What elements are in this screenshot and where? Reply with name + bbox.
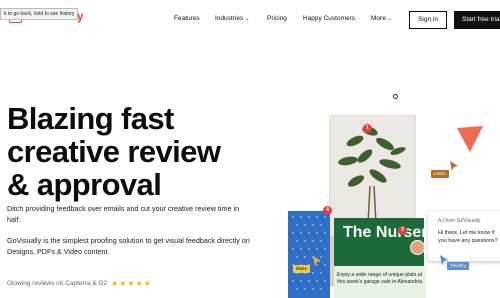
nursery-title: The Nursery — [343, 224, 437, 241]
hero-line-2: creative review — [7, 134, 221, 169]
annotation-pin-4[interactable]: 4 — [323, 206, 332, 215]
reviews-text: Glowing reviews on Capterra & G2 — [7, 280, 108, 287]
triangle-shape-icon — [457, 126, 483, 152]
hero-line-3: & approval — [7, 167, 162, 202]
chevron-down-icon: ⌄ — [387, 16, 393, 22]
chat-message: Hi there, Let me know if you have any qu… — [438, 230, 498, 244]
nursery-caption: Enjoy a wide range of unique plats at th… — [337, 272, 424, 285]
reviews-row: Glowing reviews on Capterra & G2 ★★★★★ — [7, 279, 152, 288]
carousel-dot-icon — [393, 94, 398, 99]
cursor-arrow-icon — [450, 161, 458, 171]
tag-timothy: Timothy — [447, 262, 469, 270]
chat-sender: AJ from GoVisually — [438, 218, 481, 224]
tag-learn: Learn — [431, 170, 449, 178]
rating-stars-icon: ★★★★★ — [111, 279, 152, 288]
chevron-down-icon: ⌄ — [245, 16, 250, 22]
browser-back-tooltip: k to go back, hold to see history — [0, 8, 79, 20]
avatar — [410, 240, 425, 255]
hero-line-1: Blazing fast — [7, 101, 174, 136]
nav-more-label: More — [371, 15, 386, 22]
cursor-arrow-icon — [313, 256, 321, 266]
tag-blake: Blake — [293, 265, 311, 273]
nav-features[interactable]: Features — [174, 15, 200, 22]
hero-headline: Blazing fast creative review & approval — [7, 102, 297, 201]
hero-paragraph-2: GoVisually is the simplest proofing solu… — [7, 236, 250, 256]
annotation-pin-2[interactable]: 2 — [398, 226, 407, 235]
annotation-pin-1[interactable]: 1 — [363, 124, 372, 133]
sign-in-button[interactable]: Sign in — [409, 11, 447, 29]
hero-paragraph-1: Ditch providing feedback over emails and… — [7, 204, 240, 224]
pattern-illustration — [292, 216, 326, 290]
nav-industries-label: Industries — [215, 15, 244, 22]
start-free-trial-button[interactable]: Start free trial — [454, 11, 500, 29]
nav-more[interactable]: More ⌄ — [371, 15, 392, 22]
nav-pricing[interactable]: Pricing — [267, 15, 287, 22]
nav-happy-customers[interactable]: Happy Customers — [303, 15, 355, 22]
nav-industries[interactable]: Industries ⌄ — [215, 15, 249, 22]
blue-book-cover — [288, 211, 330, 298]
